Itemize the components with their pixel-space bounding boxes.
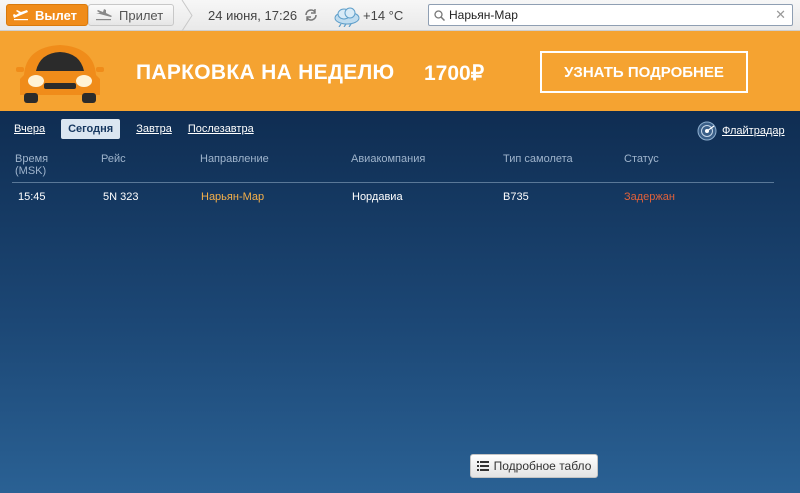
current-datetime: 24 июня, 17:26: [208, 8, 298, 23]
temperature: +14 °C: [363, 8, 404, 23]
list-icon: [476, 461, 489, 471]
car-icon: [16, 45, 104, 103]
tab-yesterday[interactable]: Вчера: [14, 119, 45, 139]
flight-airline: Нордавиа: [352, 191, 403, 203]
refresh-icon[interactable]: [303, 7, 319, 23]
column-airline: Авиакомпания: [351, 153, 426, 165]
detailed-board-button[interactable]: Подробное табло: [470, 454, 598, 478]
arrival-tab[interactable]: Прилет: [88, 4, 174, 26]
column-direction: Направление: [200, 153, 269, 165]
banner-price: 1700₽: [424, 62, 485, 85]
flight-board: Вчера Сегодня Завтра Послезавтра Флайтра…: [0, 111, 800, 493]
table-row[interactable]: 15:45 5N 323 Нарьян-Мар Нордавиа B735 За…: [0, 191, 775, 207]
flight-number: 5N 323: [103, 191, 139, 203]
search-icon: [434, 10, 445, 21]
tab-tomorrow[interactable]: Завтра: [136, 119, 172, 139]
flight-time: 15:45: [18, 191, 46, 203]
arrival-label: Прилет: [119, 7, 164, 23]
plane-departure-icon: [13, 10, 28, 21]
search-input[interactable]: [449, 7, 769, 23]
flight-direction[interactable]: Нарьян-Мар: [201, 191, 264, 203]
clear-icon[interactable]: ✕: [775, 7, 786, 23]
column-flight: Рейс: [101, 153, 126, 165]
separator-chevron: [181, 0, 193, 31]
radar-icon: [697, 121, 717, 141]
column-time: Время (MSK): [15, 153, 48, 177]
top-bar: Вылет Прилет 24 июня, 17:26 +14 °C ✕: [0, 0, 800, 31]
flight-status: Задержан: [624, 191, 675, 203]
learn-more-button[interactable]: УЗНАТЬ ПОДРОБНЕЕ: [540, 51, 748, 93]
tab-day-after-tomorrow[interactable]: Послезавтра: [188, 119, 254, 139]
parking-banner[interactable]: ПАРКОВКА НА НЕДЕЛЮ 1700₽ УЗНАТЬ ПОДРОБНЕ…: [0, 31, 800, 111]
plane-arrival-icon: [96, 9, 112, 21]
departure-label: Вылет: [35, 7, 78, 23]
column-time-zone: (MSK): [15, 165, 47, 177]
search-box[interactable]: ✕: [428, 4, 793, 26]
column-aircraft: Тип самолета: [503, 153, 573, 165]
column-status: Статус: [624, 153, 659, 165]
tab-today[interactable]: Сегодня: [61, 119, 121, 139]
banner-text: ПАРКОВКА НА НЕДЕЛЮ: [136, 61, 395, 84]
column-time-label: Время: [15, 153, 49, 165]
departure-tab[interactable]: Вылет: [6, 4, 88, 26]
day-tabs: Вчера Сегодня Завтра Послезавтра: [14, 119, 270, 139]
weather-cloud-icon: [334, 7, 360, 27]
flight-aircraft: B735: [503, 191, 529, 203]
header-divider: [12, 182, 774, 183]
flightradar-label: Флайтрадар: [722, 125, 785, 137]
table-header: Время (MSK) Рейс Направление Авиакомпани…: [0, 153, 775, 183]
flightradar-link[interactable]: Флайтрадар: [697, 121, 785, 141]
detailed-board-label: Подробное табло: [493, 459, 592, 473]
